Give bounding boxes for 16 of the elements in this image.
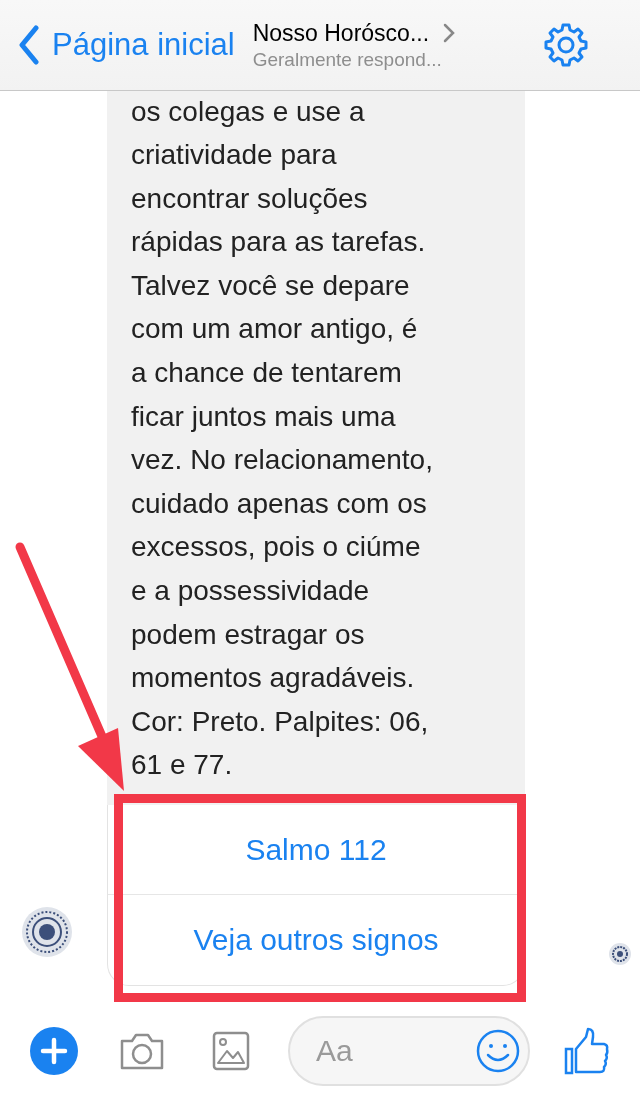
back-button[interactable]: Página inicial [18,25,235,65]
back-chevron-icon [18,25,40,65]
chat-subtitle: Geralmente respond... [252,48,443,71]
message-input-field[interactable]: Aa [288,1015,530,1086]
thumbs-up-icon[interactable] [564,1026,610,1075]
settings-icon[interactable] [542,21,590,69]
message-bubble: os colegas e use a criatividade para encontrar soluções rápidas para as tarefas. Talvez você se depare com um amor antigo, é a chance de tentarem ficar juntos mais uma vez. No relacionamento, cuidado apenas com os excessos, pois o ciúme e a possessividade podem estragar os momentos agradáveis. Cor: Preto. Palpites: 06, 61 e 77. [107,91,525,805]
quick-reply-button[interactable]: Salmo 112 [108,805,524,895]
seen-avatar-icon [608,942,632,966]
avatar-icon [20,906,73,958]
chat-title[interactable]: Nosso Horósco... [252,19,430,47]
plus-icon[interactable] [30,1026,78,1075]
emoji-icon[interactable] [476,1028,520,1073]
quick-reply-button[interactable]: Veja outros signos [108,895,524,985]
image-icon[interactable] [212,1030,250,1071]
chevron-right-icon [443,23,456,43]
